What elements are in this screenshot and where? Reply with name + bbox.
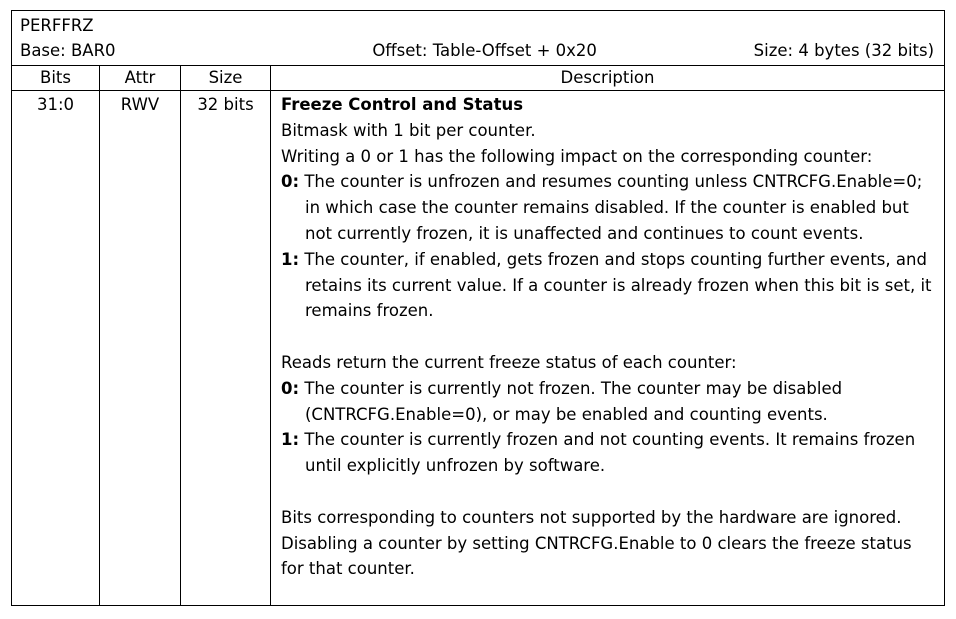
field-attr: RWV xyxy=(99,90,181,606)
description-write-intro: Writing a 0 or 1 has the following impac… xyxy=(281,146,873,166)
register-name: PERFFRZ xyxy=(20,16,94,35)
register-table: PERFFRZ Base: BAR0 Offset: Table-Offset … xyxy=(10,10,946,606)
field-title: Freeze Control and Status xyxy=(281,95,524,114)
write-zero-text: The counter is unfrozen and resumes coun… xyxy=(304,172,923,243)
write-one-key: 1: xyxy=(281,249,300,269)
register-size: Size: 4 bytes (32 bits) xyxy=(753,41,935,60)
field-bits: 31:0 xyxy=(11,90,100,606)
read-zero-key: 0: xyxy=(281,378,300,398)
column-header-row: Bits Attr Size Description xyxy=(11,65,946,91)
register-info-line: Base: BAR0 Offset: Table-Offset + 0x20 S… xyxy=(20,38,934,63)
read-one-item: 1: The counter is currently frozen and n… xyxy=(281,427,936,479)
read-one-key: 1: xyxy=(281,430,300,450)
write-zero-item: 0: The counter is unfrozen and resumes c… xyxy=(281,169,936,246)
read-zero-item: 0: The counter is currently not frozen. … xyxy=(281,376,936,428)
write-one-item: 1: The counter, if enabled, gets frozen … xyxy=(281,247,936,324)
description-unsupported-note: Bits corresponding to counters not suppo… xyxy=(281,507,912,579)
write-one-text: The counter, if enabled, gets frozen and… xyxy=(304,249,932,321)
field-description: Freeze Control and Status Bitmask with 1… xyxy=(269,90,946,606)
column-header-attr: Attr xyxy=(99,65,181,91)
column-header-description: Description xyxy=(269,65,946,91)
column-header-size: Size xyxy=(180,65,271,91)
column-header-bits: Bits xyxy=(11,65,100,91)
register-header-row: PERFFRZ Base: BAR0 Offset: Table-Offset … xyxy=(10,10,946,66)
description-bitmask: Bitmask with 1 bit per counter. xyxy=(281,120,536,140)
description-read-intro: Reads return the current freeze status o… xyxy=(281,352,737,372)
field-row: 31:0 RWV 32 bits Freeze Control and Stat… xyxy=(11,90,946,606)
register-header: PERFFRZ Base: BAR0 Offset: Table-Offset … xyxy=(10,10,946,66)
register-offset: Offset: Table-Offset + 0x20 xyxy=(372,41,597,60)
read-zero-text: The counter is currently not frozen. The… xyxy=(304,378,843,424)
field-size: 32 bits xyxy=(180,90,271,606)
read-one-text: The counter is currently frozen and not … xyxy=(304,430,916,476)
register-base: Base: BAR0 xyxy=(20,41,116,60)
write-zero-key: 0: xyxy=(281,172,300,192)
